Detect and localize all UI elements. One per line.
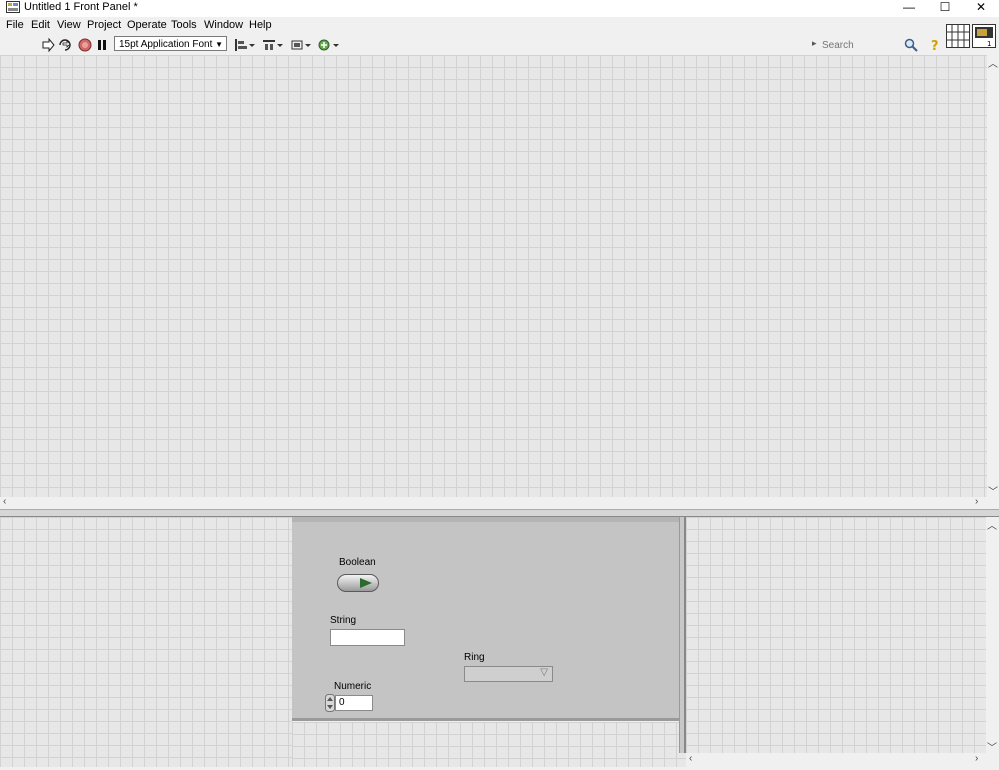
pause-icon[interactable] — [94, 37, 110, 53]
numeric-stepper[interactable] — [325, 694, 335, 712]
upper-vertical-scrollbar[interactable]: ︿ ﹀ — [987, 55, 999, 498]
boolean-label: Boolean — [339, 557, 376, 568]
chevron-right-icon: ▸ — [812, 38, 817, 48]
menu-tools[interactable]: Tools — [171, 19, 197, 31]
menu-bar: File Edit View Project Operate Tools Win… — [0, 17, 999, 35]
font-select-value: 15pt Application Font — [119, 39, 213, 50]
run-continuously-icon[interactable] — [57, 37, 73, 53]
menu-edit[interactable]: Edit — [31, 19, 50, 31]
title-bar: Untitled 1 Front Panel * — ☐ ✕ — [0, 0, 999, 17]
numeric-control[interactable]: 0 — [335, 695, 373, 711]
svg-text:1: 1 — [987, 40, 991, 48]
scroll-left-icon[interactable]: ‹ — [3, 496, 6, 507]
pane-splitter-horizontal[interactable] — [0, 509, 999, 517]
scroll-up-icon[interactable]: ︿ — [987, 517, 997, 532]
scroll-down-icon[interactable]: ﹀ — [988, 483, 998, 498]
help-icon[interactable]: ? — [928, 38, 942, 52]
menu-view[interactable]: View — [57, 19, 81, 31]
scroll-up-icon[interactable]: ︿ — [988, 55, 998, 70]
scroll-right-icon[interactable]: › — [975, 753, 978, 764]
menu-project[interactable]: Project — [87, 19, 121, 31]
search-icon[interactable] — [904, 38, 918, 52]
minimize-button[interactable]: — — [891, 0, 927, 17]
lower-horizontal-scrollbar[interactable]: ‹ › — [686, 753, 999, 767]
search-input[interactable] — [822, 38, 902, 52]
menu-file[interactable]: File — [6, 19, 24, 31]
resize-objects-icon[interactable] — [290, 38, 312, 52]
string-control[interactable] — [330, 629, 405, 646]
reorder-icon[interactable] — [318, 38, 340, 52]
front-panel-lower-bottom-grid[interactable] — [292, 722, 686, 767]
maximize-button[interactable]: ☐ — [927, 0, 963, 17]
ring-label: Ring — [464, 652, 485, 663]
scroll-left-icon[interactable]: ‹ — [689, 753, 692, 764]
front-panel-lower-right-pane[interactable] — [686, 517, 986, 753]
upper-horizontal-scrollbar[interactable]: ‹ › — [0, 496, 999, 509]
svg-text:?: ? — [931, 39, 939, 52]
close-button[interactable]: ✕ — [963, 0, 999, 17]
abort-icon[interactable] — [77, 37, 93, 53]
align-objects-icon[interactable] — [234, 38, 256, 52]
led-indicator — [360, 578, 372, 588]
search-box: ▸ — [812, 37, 924, 53]
lower-vertical-scrollbar[interactable]: ︿ ﹀ — [986, 517, 999, 754]
font-select[interactable]: 15pt Application Font ▼ — [114, 36, 227, 51]
window-title: Untitled 1 Front Panel * — [24, 1, 138, 13]
numeric-label: Numeric — [334, 681, 372, 692]
connector-pane-icon[interactable] — [946, 24, 970, 48]
menu-help[interactable]: Help — [249, 19, 272, 31]
pane-splitter-vertical[interactable] — [679, 517, 686, 753]
boolean-toggle[interactable] — [337, 574, 379, 592]
front-panel-lower-left-grid[interactable] — [0, 517, 292, 767]
ring-control[interactable]: ▽ — [464, 666, 553, 682]
string-label: String — [330, 615, 357, 626]
menu-operate[interactable]: Operate — [127, 19, 167, 31]
labview-app-icon — [6, 1, 20, 13]
scroll-down-icon[interactable]: ﹀ — [987, 739, 997, 754]
chevron-down-icon: ▼ — [215, 40, 223, 49]
run-arrow-icon[interactable] — [40, 37, 56, 53]
front-panel-upper-pane[interactable] — [0, 55, 987, 497]
vi-icon[interactable]: 1 — [972, 24, 996, 48]
chevron-down-icon: ▽ — [540, 667, 548, 678]
distribute-objects-icon[interactable] — [262, 38, 284, 52]
menu-window[interactable]: Window — [204, 19, 243, 31]
scroll-right-icon[interactable]: › — [975, 496, 978, 507]
